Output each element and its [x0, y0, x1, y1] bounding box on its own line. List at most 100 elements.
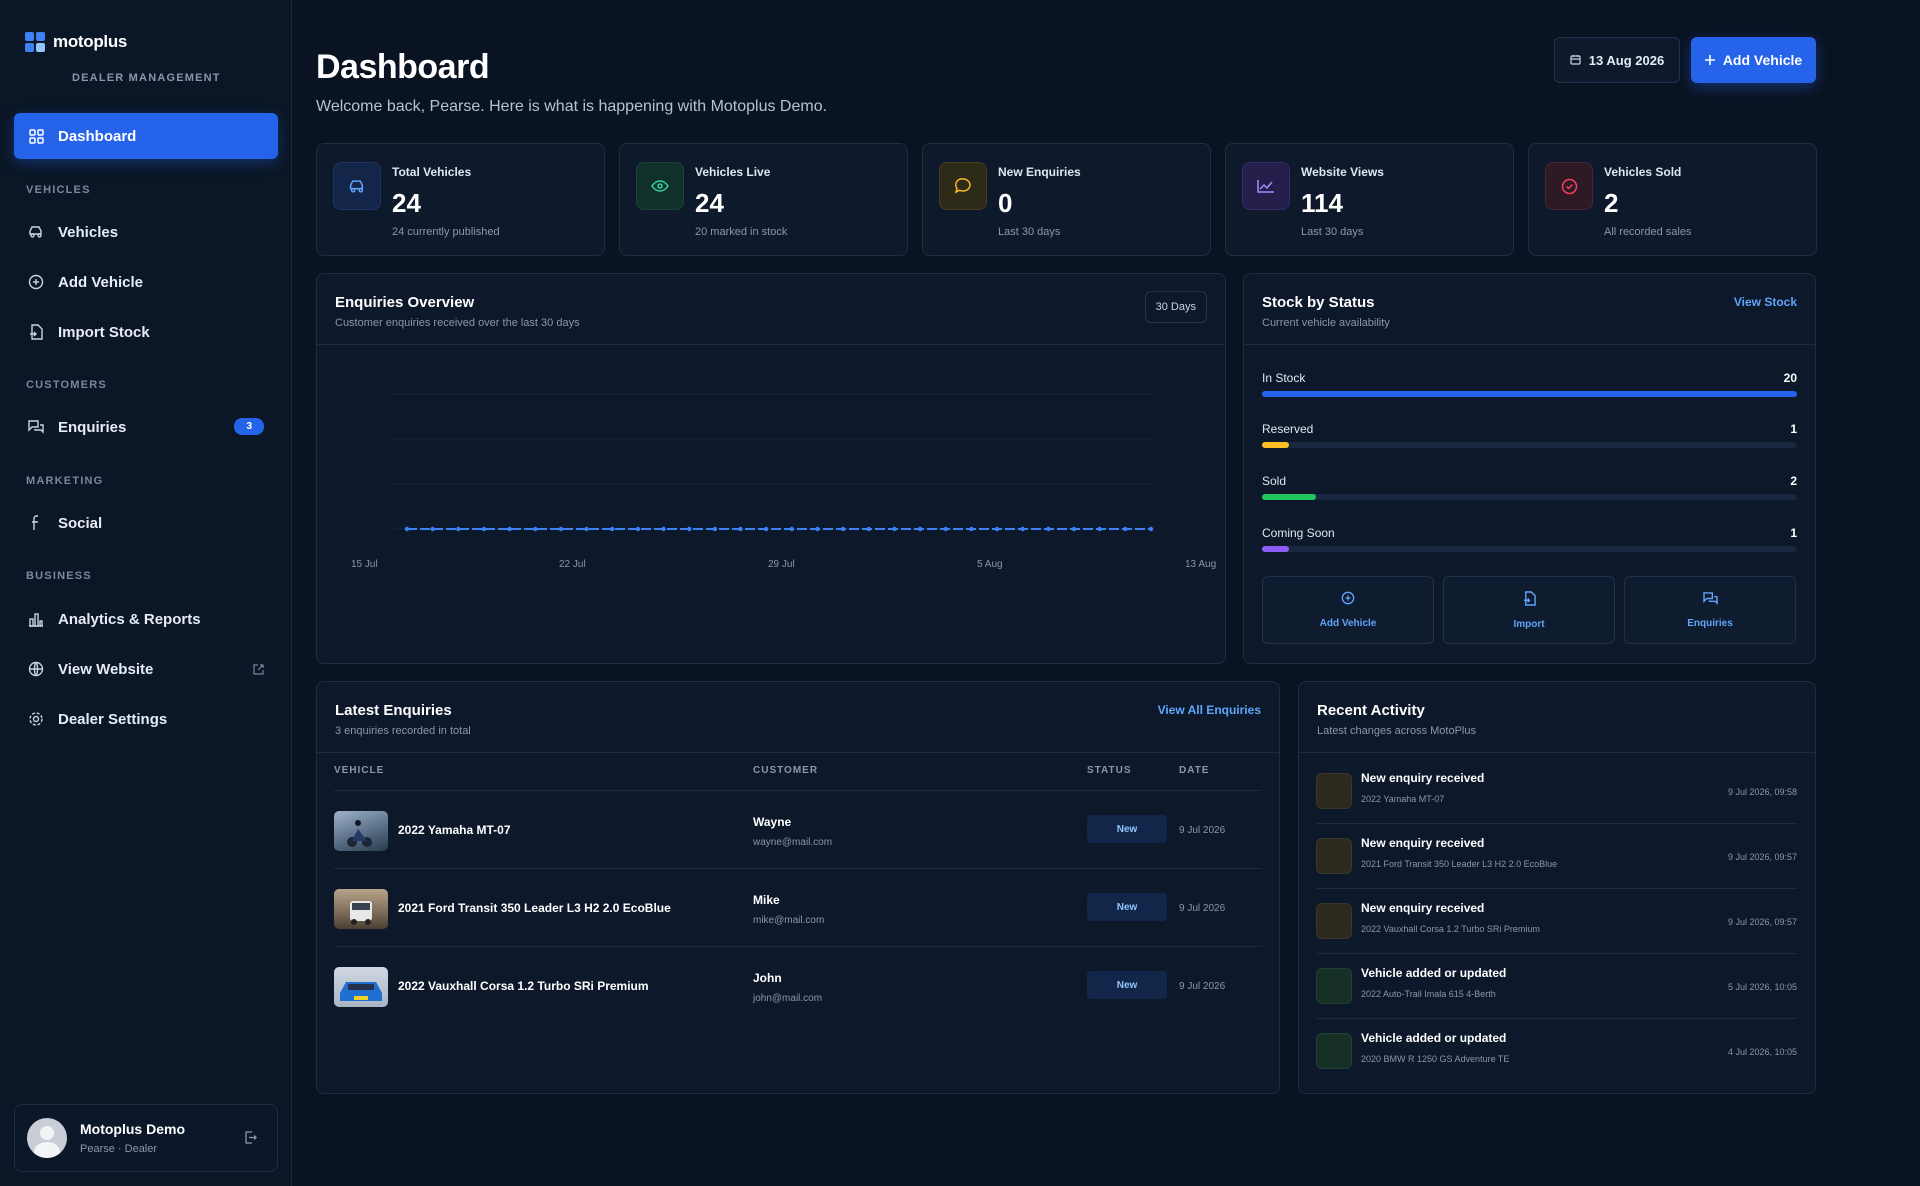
stock-label: In Stock: [1262, 371, 1306, 385]
chart-x-tick-label: 13 Aug: [1185, 559, 1216, 570]
activity-time: 4 Jul 2026, 10:05: [1727, 1047, 1797, 1057]
user-role: Pearse · Dealer: [80, 1143, 158, 1155]
chart-point: [892, 526, 897, 532]
divider: [317, 344, 1225, 345]
plus-circle-icon: [1341, 591, 1355, 610]
chart-point: [738, 526, 743, 532]
stat-card-vehicles-sold[interactable]: Vehicles Sold 2 All recorded sales: [1528, 143, 1817, 256]
nav-section-title: MARKETING: [26, 475, 104, 487]
external-link-icon: [253, 662, 264, 680]
table-row[interactable]: 2021 Ford Transit 350 Leader L3 H2 2.0 E…: [334, 868, 1262, 946]
stock-value: 20: [1783, 371, 1797, 385]
customer-email: wayne@mail.com: [753, 837, 833, 848]
brand-logo[interactable]: motoplus: [25, 32, 127, 52]
eye-icon: [636, 162, 684, 210]
range-selector[interactable]: 30 Days: [1144, 291, 1207, 323]
customer-name: Wayne: [753, 815, 792, 829]
column-header: DATE: [1179, 765, 1210, 776]
view-all-enquiries-link[interactable]: View All Enquiries: [1158, 703, 1261, 717]
vehicle-name[interactable]: 2022 Yamaha MT-07: [398, 823, 511, 837]
activity-item[interactable]: Vehicle added or updated 2022 Auto-Trail…: [1316, 954, 1797, 1019]
sidebar-item-label: Enquiries: [58, 418, 127, 436]
activity-time: 5 Jul 2026, 10:05: [1727, 982, 1797, 992]
message-icon: [1316, 773, 1352, 809]
trend-icon: [1242, 162, 1290, 210]
nav-section-title: VEHICLES: [26, 184, 91, 196]
activity-item[interactable]: Vehicle added or updated 2020 BMW R 1250…: [1316, 1019, 1797, 1084]
chart-point: [712, 526, 718, 532]
customer-name: John: [753, 971, 782, 985]
sidebar-item-dashboard[interactable]: Dashboard: [14, 113, 278, 159]
sidebar-item-add-vehicle[interactable]: Add Vehicle: [14, 261, 278, 303]
activity-title: New enquiry received: [1361, 771, 1485, 785]
sidebar-item-label: Import Stock: [58, 323, 150, 341]
table-row[interactable]: 2022 Yamaha MT-07 Wayne wayne@mail.com N…: [334, 790, 1262, 868]
chat-icon: [28, 419, 44, 435]
stock-bar-track: [1262, 494, 1797, 500]
date-button[interactable]: 13 Aug 2026: [1554, 37, 1680, 83]
sidebar-item-vehicles[interactable]: Vehicles: [14, 211, 278, 253]
panel-subtitle: 3 enquiries recorded in total: [335, 725, 471, 737]
stat-card-vehicles-live[interactable]: Vehicles Live 24 20 marked in stock: [619, 143, 908, 256]
stat-sub: 20 marked in stock: [695, 226, 788, 238]
sidebar-item-analytics[interactable]: Analytics & Reports: [14, 598, 278, 640]
sidebar-item-label: Vehicles: [58, 223, 119, 241]
chart-point: [635, 526, 641, 532]
sidebar-item-import-stock[interactable]: Import Stock: [14, 311, 278, 353]
sidebar-item-view-website[interactable]: View Website: [14, 648, 278, 690]
welcome-text: Welcome back, Pearse. Here is what is ha…: [316, 98, 828, 115]
sidebar: motoplus DEALER MANAGEMENT Dashboard VEH…: [0, 0, 292, 1186]
stat-card-new-enquiries[interactable]: New Enquiries 0 Last 30 days: [922, 143, 1211, 256]
view-stock-link[interactable]: View Stock: [1734, 295, 1797, 309]
stock-label: Sold: [1262, 474, 1287, 488]
vehicle-thumbnail: [334, 889, 388, 929]
add-vehicle-button[interactable]: Add Vehicle: [1691, 37, 1816, 83]
chart-point: [943, 526, 948, 532]
chart-x-tick-label: 5 Aug: [977, 559, 1003, 570]
car-icon: [28, 224, 44, 240]
chart-point: [789, 526, 795, 532]
activity-subtitle: 2021 Ford Transit 350 Leader L3 H2 2.0 E…: [1361, 859, 1558, 869]
status-badge: New: [1087, 971, 1167, 999]
sidebar-item-social[interactable]: Social: [14, 502, 278, 544]
stock-bar-track: [1262, 546, 1797, 552]
enquiries-count-badge: 3: [234, 418, 264, 435]
globe-icon: [28, 661, 44, 677]
gear-icon: [28, 711, 44, 727]
stock-label: Reserved: [1262, 422, 1314, 436]
stat-card-website-views[interactable]: Website Views 114 Last 30 days: [1225, 143, 1514, 256]
stat-sub: Last 30 days: [998, 226, 1061, 238]
date-label: 13 Aug 2026: [1588, 52, 1665, 68]
customer-name: Mike: [753, 893, 780, 907]
vehicle-thumbnail: [334, 811, 388, 851]
chart-point: [994, 526, 1000, 532]
stat-card-total-vehicles[interactable]: Total Vehicles 24 24 currently published: [316, 143, 605, 256]
quick-action-add-vehicle[interactable]: Add Vehicle: [1262, 576, 1434, 644]
chart-x-tick-label: 22 Jul: [559, 559, 586, 570]
quick-action-enquiries[interactable]: Enquiries: [1624, 576, 1796, 644]
enquiry-date: 9 Jul 2026: [1179, 981, 1226, 992]
stock-value: 2: [1790, 474, 1797, 488]
chart-point: [1020, 526, 1025, 532]
vehicle-name[interactable]: 2021 Ford Transit 350 Leader L3 H2 2.0 E…: [398, 901, 671, 915]
logout-icon[interactable]: [244, 1131, 257, 1149]
stock-bar-track: [1262, 442, 1797, 448]
vehicle-name[interactable]: 2022 Vauxhall Corsa 1.2 Turbo SRi Premiu…: [398, 979, 649, 993]
sidebar-item-dealer-settings[interactable]: Dealer Settings: [14, 698, 278, 740]
activity-item[interactable]: New enquiry received 2022 Vauxhall Corsa…: [1316, 889, 1797, 954]
activity-item[interactable]: New enquiry received 2021 Ford Transit 3…: [1316, 824, 1797, 889]
activity-title: New enquiry received: [1361, 901, 1485, 915]
customer-email: mike@mail.com: [753, 915, 825, 926]
stat-label: Total Vehicles: [392, 165, 472, 179]
stock-bar-fill: [1262, 391, 1797, 397]
activity-title: Vehicle added or updated: [1361, 966, 1507, 980]
activity-title: Vehicle added or updated: [1361, 1031, 1507, 1045]
activity-item[interactable]: New enquiry received 2022 Yamaha MT-07 9…: [1316, 759, 1797, 824]
sidebar-item-label: Analytics & Reports: [58, 610, 201, 628]
chart-point: [840, 526, 846, 532]
chart-point: [1071, 526, 1077, 532]
user-card[interactable]: Motoplus Demo Pearse · Dealer: [14, 1104, 278, 1172]
table-row[interactable]: 2022 Vauxhall Corsa 1.2 Turbo SRi Premiu…: [334, 946, 1262, 1024]
sidebar-item-enquiries[interactable]: Enquiries 3: [14, 406, 278, 448]
quick-action-import[interactable]: Import: [1443, 576, 1615, 644]
